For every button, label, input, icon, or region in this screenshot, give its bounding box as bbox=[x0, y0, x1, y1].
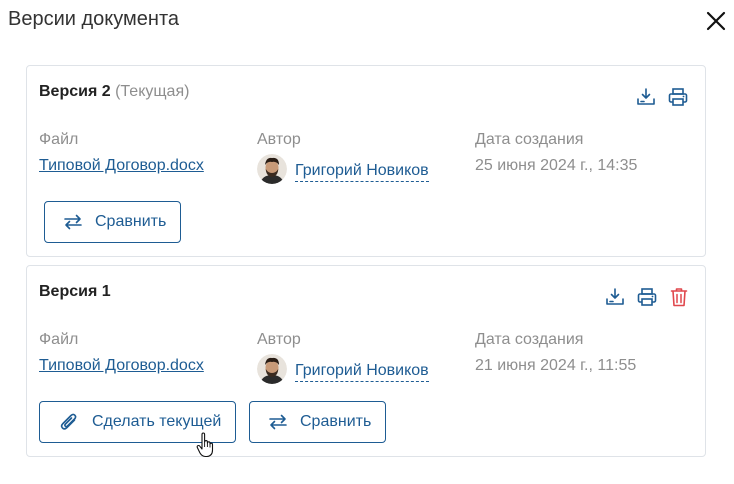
paperclip-icon bbox=[60, 413, 77, 430]
file-link[interactable]: Типовой Договор.docx bbox=[39, 157, 204, 175]
compare-button-label: Сравнить bbox=[300, 413, 372, 430]
author-name: Григорий Новиков bbox=[295, 157, 429, 182]
version-title-text: Версия 1 bbox=[39, 283, 111, 300]
dialog-title: Версии документа bbox=[8, 8, 180, 30]
author-link[interactable]: Григорий Новиков bbox=[257, 154, 429, 184]
close-icon[interactable] bbox=[704, 9, 728, 33]
author-label: Автор bbox=[257, 331, 301, 348]
file-label: Файл bbox=[39, 131, 79, 148]
author-name: Григорий Новиков bbox=[295, 357, 429, 382]
file-label: Файл bbox=[39, 331, 79, 348]
date-label: Дата создания bbox=[475, 331, 584, 348]
version-actions bbox=[604, 286, 690, 308]
make-current-button-label: Сделать текущей bbox=[92, 413, 222, 430]
version-title-text: Версия 2 bbox=[39, 83, 111, 100]
avatar bbox=[257, 354, 287, 384]
creation-date: 25 июня 2024 г., 14:35 bbox=[475, 157, 638, 174]
creation-date: 21 июня 2024 г., 11:55 bbox=[475, 357, 637, 374]
download-icon[interactable] bbox=[604, 286, 626, 308]
current-version-tag: (Текущая) bbox=[115, 83, 190, 100]
compare-button-label: Сравнить bbox=[95, 213, 167, 230]
swap-arrows-icon bbox=[269, 414, 287, 430]
author-link[interactable]: Григорий Новиков bbox=[257, 354, 429, 384]
print-icon[interactable] bbox=[667, 86, 689, 108]
compare-button[interactable]: Сравнить bbox=[249, 401, 387, 443]
version-card-1: Версия 1 Файл Автор Дата создания Типово… bbox=[26, 265, 706, 457]
version-actions bbox=[635, 86, 689, 108]
print-icon[interactable] bbox=[636, 286, 658, 308]
trash-icon[interactable] bbox=[668, 286, 690, 308]
version-title: Версия 2 (Текущая) bbox=[39, 83, 189, 101]
compare-button[interactable]: Сравнить bbox=[44, 201, 182, 243]
avatar bbox=[257, 154, 287, 184]
version-card-2: Версия 2 (Текущая) Файл Автор Дата созда… bbox=[26, 65, 706, 257]
author-label: Автор bbox=[257, 131, 301, 148]
version-title: Версия 1 bbox=[39, 283, 111, 301]
make-current-button[interactable]: Сделать текущей bbox=[39, 401, 237, 443]
file-link[interactable]: Типовой Договор.docx bbox=[39, 357, 204, 375]
swap-arrows-icon bbox=[64, 214, 82, 230]
download-icon[interactable] bbox=[635, 86, 657, 108]
date-label: Дата создания bbox=[475, 131, 584, 148]
